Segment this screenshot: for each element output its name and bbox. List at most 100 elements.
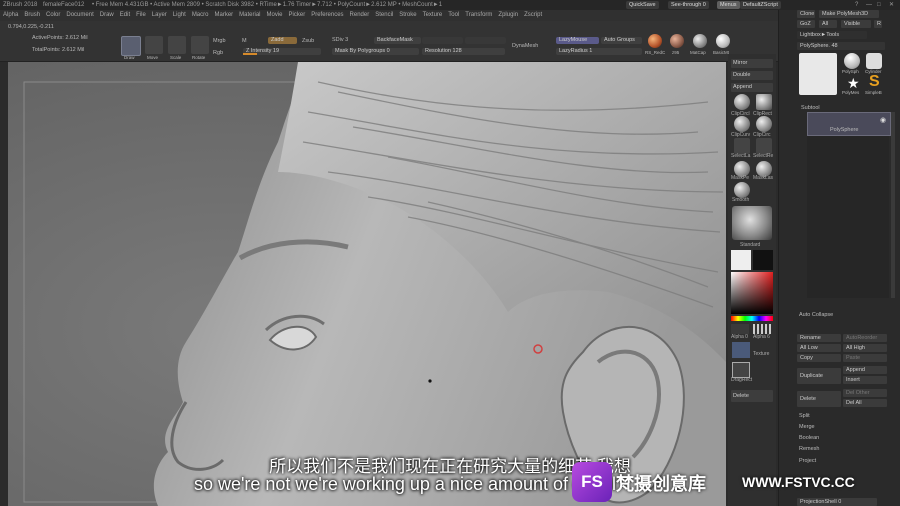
texture-slot[interactable] xyxy=(732,342,750,358)
rotate-mode-button[interactable] xyxy=(191,36,209,54)
smooth-brush-icon[interactable] xyxy=(734,182,750,198)
material-swatch-2[interactable] xyxy=(670,34,684,48)
all-button[interactable]: All xyxy=(819,20,837,28)
subtool-list-area[interactable] xyxy=(807,136,889,298)
menu-stencil[interactable]: Stencil xyxy=(375,12,393,18)
clone-button[interactable]: Clone xyxy=(797,10,815,18)
menu-file[interactable]: File xyxy=(136,12,146,18)
menu-render[interactable]: Render xyxy=(350,12,370,18)
lightbox-tools-button[interactable]: Lightbox►Tools xyxy=(797,31,867,39)
eye-icon[interactable]: ◉ xyxy=(880,116,886,124)
menu-color[interactable]: Color xyxy=(46,12,60,18)
sdiv-slider[interactable]: SDiv 3 xyxy=(332,37,348,43)
menu-zscript[interactable]: Zscript xyxy=(524,12,542,18)
merge-section[interactable]: Merge xyxy=(799,424,815,430)
quicksave-button[interactable]: QuickSave xyxy=(626,1,659,9)
z-intensity-slider[interactable]: Z Intensity 19 xyxy=(243,48,321,55)
backface-mask-button[interactable]: BackfaceMask xyxy=(374,37,421,44)
alpha-slot[interactable] xyxy=(731,324,749,334)
secondary-color-swatch[interactable] xyxy=(753,250,773,270)
move-mode-button[interactable] xyxy=(145,36,163,54)
menu-macro[interactable]: Macro xyxy=(192,12,209,18)
select-lasso-icon[interactable] xyxy=(734,138,750,154)
menu-zplugin[interactable]: Zplugin xyxy=(498,12,518,18)
dynamesh-button[interactable]: DynaMesh xyxy=(512,43,538,49)
remesh-section[interactable]: Remesh xyxy=(799,446,819,452)
insert-button[interactable]: Insert xyxy=(843,376,887,384)
resolution-slider[interactable]: Resolution 128 xyxy=(422,48,505,55)
zsub-button[interactable]: Zsub xyxy=(302,38,314,44)
material-swatch-4[interactable] xyxy=(716,34,730,48)
scale-mode-button[interactable] xyxy=(168,36,186,54)
del-all-button[interactable]: Del All xyxy=(843,399,887,407)
menu-marker[interactable]: Marker xyxy=(214,12,233,18)
menu-movie[interactable]: Movie xyxy=(267,12,283,18)
make-polymesh-button[interactable]: Make PolyMesh3D xyxy=(819,10,879,18)
viewport-canvas[interactable] xyxy=(8,62,726,506)
default-script-button[interactable]: DefaultZScript xyxy=(740,1,781,9)
material-swatch-1[interactable] xyxy=(648,34,662,48)
menu-picker[interactable]: Picker xyxy=(289,12,306,18)
menu-preferences[interactable]: Preferences xyxy=(311,12,343,18)
paste-button[interactable]: Paste xyxy=(843,354,887,362)
clip-rect-icon[interactable] xyxy=(756,94,772,110)
polysphere-thumb-icon[interactable] xyxy=(844,53,860,69)
blank-toggle-1[interactable] xyxy=(422,37,463,44)
delete-subtool-button[interactable]: Delete xyxy=(797,391,841,407)
autoreorder-button[interactable]: AutoReorder xyxy=(843,334,887,342)
subtool-item[interactable]: PolySphere ◉ xyxy=(807,112,891,136)
goz-button[interactable]: GoZ xyxy=(797,20,815,28)
r-button[interactable]: R xyxy=(874,20,882,28)
color-picker[interactable] xyxy=(731,272,773,314)
rename-button[interactable]: Rename xyxy=(797,334,841,342)
autogroups-button[interactable]: Auto Groups xyxy=(601,37,642,44)
menu-document[interactable]: Document xyxy=(66,12,93,18)
m-button[interactable]: M xyxy=(242,38,247,44)
select-rect-icon[interactable] xyxy=(756,138,772,154)
lazyradius-slider[interactable]: LazyRadius 1 xyxy=(556,48,642,55)
del-other-button[interactable]: Del Other xyxy=(843,389,887,397)
see-through-slider[interactable]: See-through 0 xyxy=(668,1,709,9)
help-icon[interactable]: ? xyxy=(855,0,858,10)
blank-toggle-2[interactable] xyxy=(465,37,506,44)
menu-stroke[interactable]: Stroke xyxy=(399,12,416,18)
alpha-preview[interactable] xyxy=(753,324,771,334)
star-icon[interactable]: ★ xyxy=(847,76,860,90)
standard-brush-icon[interactable] xyxy=(732,206,772,240)
lazymouse-button[interactable]: LazyMouse xyxy=(556,37,599,44)
append-button[interactable]: Append xyxy=(731,83,773,92)
simplebrush-icon[interactable]: S xyxy=(869,74,880,90)
subtool-header[interactable]: Subtool xyxy=(801,105,820,111)
subtool-scrollbar[interactable] xyxy=(891,112,895,298)
auto-collapse-toggle[interactable]: Auto Collapse xyxy=(799,312,833,318)
double-button[interactable]: Double xyxy=(731,71,773,80)
split-section[interactable]: Split xyxy=(799,413,810,419)
close-icon[interactable]: ✕ xyxy=(889,0,894,10)
mrgb-button[interactable]: Mrgb xyxy=(213,38,226,44)
all-high-button[interactable]: All High xyxy=(843,344,887,352)
rgb-button[interactable]: Rgb xyxy=(213,50,223,56)
visible-button[interactable]: Visible xyxy=(841,20,871,28)
dragrect-icon[interactable] xyxy=(732,362,750,378)
menu-transform[interactable]: Transform xyxy=(465,12,492,18)
cylinder-thumb-icon[interactable] xyxy=(866,53,882,69)
menu-draw[interactable]: Draw xyxy=(100,12,114,18)
menu-light[interactable]: Light xyxy=(173,12,186,18)
copy-button[interactable]: Copy xyxy=(797,354,841,362)
boolean-section[interactable]: Boolean xyxy=(799,435,819,441)
menu-tool[interactable]: Tool xyxy=(448,12,459,18)
menu-layer[interactable]: Layer xyxy=(152,12,167,18)
menu-brush[interactable]: Brush xyxy=(24,12,40,18)
current-tool-slider[interactable]: PolySphere. 48 xyxy=(797,42,885,50)
menu-material[interactable]: Material xyxy=(239,12,260,18)
menu-edit[interactable]: Edit xyxy=(120,12,130,18)
primary-color-swatch[interactable] xyxy=(731,250,751,270)
clip-curve-icon[interactable] xyxy=(734,116,750,132)
clip-circle-center-icon[interactable] xyxy=(756,116,772,132)
append-tray-button[interactable]: Append xyxy=(843,366,887,374)
material-swatch-3[interactable] xyxy=(693,34,707,48)
restore-icon[interactable]: □ xyxy=(877,0,881,10)
zadd-button[interactable]: Zadd xyxy=(268,37,297,44)
duplicate-button[interactable]: Duplicate xyxy=(797,368,841,384)
all-low-button[interactable]: All Low xyxy=(797,344,841,352)
